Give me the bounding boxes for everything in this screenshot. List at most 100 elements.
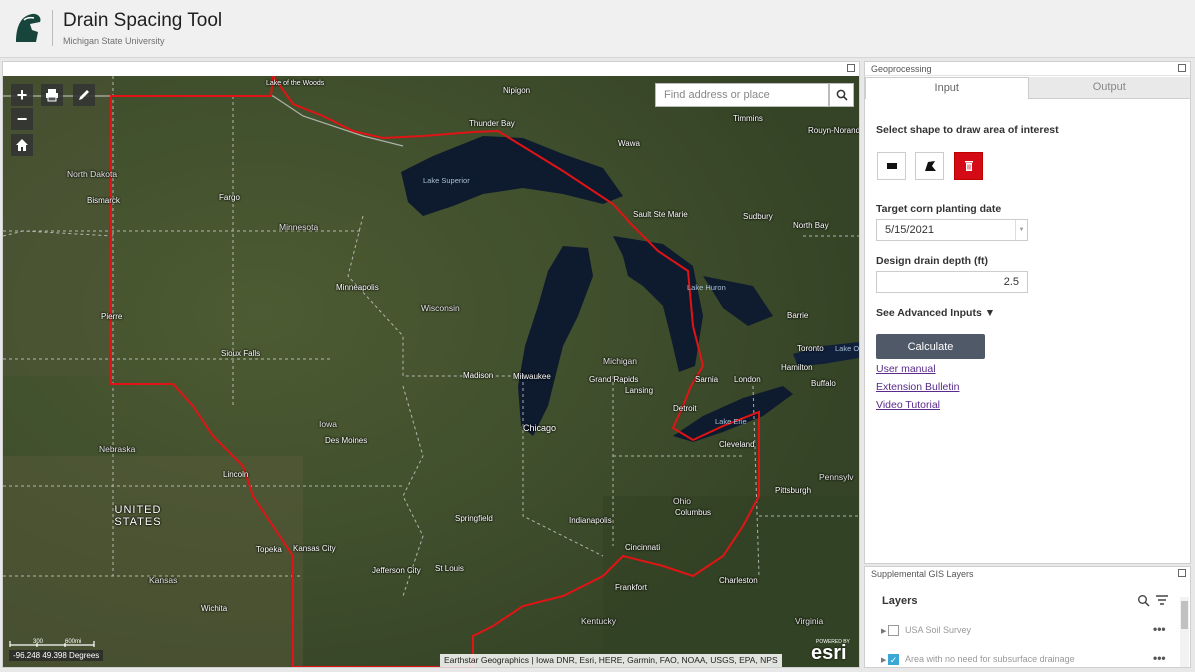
scale-bar bbox=[9, 638, 99, 650]
map-label: Chicago bbox=[523, 423, 557, 433]
print-button[interactable] bbox=[41, 84, 63, 106]
map-view[interactable]: + − Find address or place Lake of the Wo… bbox=[3, 76, 859, 667]
select-shape-label: Select shape to draw area of interest bbox=[876, 124, 1059, 136]
map-label: Detroit bbox=[673, 404, 697, 413]
maximize-icon[interactable] bbox=[1178, 64, 1186, 72]
map-panel-bar bbox=[3, 62, 859, 76]
layers-panel: Supplemental GIS Layers Layers ▶ USA Soi… bbox=[864, 566, 1191, 668]
layers-panel-title: Supplemental GIS Layers bbox=[871, 569, 974, 579]
pencil-icon bbox=[79, 90, 89, 100]
chevron-right-icon[interactable]: ▶ bbox=[881, 656, 886, 664]
advanced-inputs-toggle[interactable]: See Advanced Inputs ▼ bbox=[876, 307, 995, 319]
map-label: Sioux Falls bbox=[221, 349, 261, 358]
draw-polygon-button[interactable] bbox=[915, 152, 944, 180]
map-label: Hamilton bbox=[781, 363, 813, 372]
tab-input[interactable]: Input bbox=[865, 77, 1029, 99]
zoom-in-button[interactable]: + bbox=[11, 84, 33, 106]
layers-heading: Layers bbox=[882, 595, 918, 607]
trash-icon bbox=[964, 161, 973, 171]
print-icon bbox=[46, 89, 58, 102]
map-label: Lake Superior bbox=[423, 176, 470, 185]
map-label: Minnesota bbox=[279, 222, 319, 232]
map-label: Indianapolis bbox=[569, 516, 612, 525]
more-options-icon[interactable]: ••• bbox=[1153, 651, 1166, 665]
planting-date-label: Target corn planting date bbox=[876, 203, 1002, 215]
search-input[interactable]: Find address or place bbox=[655, 83, 829, 107]
video-tutorial-link[interactable]: Video Tutorial bbox=[876, 399, 940, 411]
drain-depth-input[interactable]: 2.5 bbox=[876, 271, 1028, 293]
map-label: Rouyn-Noranda bbox=[808, 126, 859, 135]
map-label: North Bay bbox=[793, 221, 829, 230]
map-label: Wichita bbox=[201, 604, 228, 613]
scale-bar-graphic bbox=[9, 641, 95, 647]
layer-checkbox-checked[interactable]: ✓ bbox=[888, 654, 899, 665]
zoom-out-button[interactable]: − bbox=[11, 108, 33, 130]
planting-date-select[interactable]: 5/15/2021 ▼ bbox=[876, 219, 1028, 241]
polygon-icon bbox=[924, 161, 936, 171]
map-label: Michigan bbox=[603, 356, 638, 366]
delete-shape-button[interactable] bbox=[954, 152, 983, 180]
user-manual-link[interactable]: User manual bbox=[876, 363, 936, 375]
map-label: Nebraska bbox=[99, 444, 136, 454]
map-label: Sudbury bbox=[743, 212, 773, 221]
esri-logo[interactable]: esri bbox=[811, 642, 847, 665]
map-label: Buffalo bbox=[811, 379, 836, 388]
layer-row[interactable]: ▶ ✓ Area with no need for subsurface dra… bbox=[881, 651, 1171, 667]
layer-row[interactable]: ▶ USA Soil Survey ••• bbox=[881, 622, 1171, 641]
scrollbar[interactable] bbox=[1180, 597, 1189, 667]
map-label: Pennsylv bbox=[819, 472, 854, 482]
map-label: Lincoln bbox=[223, 470, 249, 479]
filter-list-icon[interactable] bbox=[1155, 594, 1169, 607]
map-label: Virginia bbox=[795, 616, 824, 626]
map-label: Topeka bbox=[256, 545, 282, 554]
map-label: Columbus bbox=[675, 508, 712, 517]
extension-bulletin-link[interactable]: Extension Bulletin bbox=[876, 381, 959, 393]
app-title: Drain Spacing Tool bbox=[63, 10, 223, 31]
scale-label: 300 bbox=[33, 639, 44, 645]
map-label: Barrie bbox=[787, 311, 809, 320]
map-label: Iowa bbox=[319, 419, 337, 429]
coordinate-readout: -96.248 49.398 Degrees bbox=[9, 650, 104, 661]
chevron-down-icon: ▼ bbox=[1015, 220, 1027, 240]
map-label: Bismarck bbox=[87, 196, 120, 205]
chevron-right-icon[interactable]: ▶ bbox=[881, 627, 886, 635]
map-label: Minneapolis bbox=[336, 283, 379, 292]
maximize-icon[interactable] bbox=[1178, 569, 1186, 577]
map-label: Wisconsin bbox=[421, 303, 460, 313]
app-subtitle: Michigan State University bbox=[63, 36, 165, 46]
home-button[interactable] bbox=[11, 134, 33, 156]
scrollbar-thumb[interactable] bbox=[1181, 601, 1188, 629]
map-label: Cleveland bbox=[719, 440, 755, 449]
map-label: UNITED STATES bbox=[114, 504, 162, 528]
rectangle-icon bbox=[886, 163, 897, 169]
search-icon[interactable] bbox=[1137, 594, 1150, 607]
home-icon bbox=[16, 139, 28, 151]
calculate-button[interactable]: Calculate bbox=[876, 334, 985, 359]
layer-checkbox[interactable] bbox=[888, 625, 899, 636]
map-label: St Louis bbox=[435, 564, 464, 573]
map-label: Wawa bbox=[618, 139, 640, 148]
more-options-icon[interactable]: ••• bbox=[1153, 622, 1166, 636]
search-button[interactable] bbox=[829, 83, 854, 107]
planting-date-value: 5/15/2021 bbox=[885, 224, 934, 236]
map-label: Kansas bbox=[149, 575, 178, 585]
tab-bar: Input Output bbox=[865, 77, 1190, 99]
map-label: Lake of the Woods bbox=[266, 80, 325, 87]
map-label: Frankfort bbox=[615, 583, 648, 592]
draw-button[interactable] bbox=[73, 84, 95, 106]
map-label: Lake Huron bbox=[687, 283, 726, 292]
panel-title: Supplemental GIS Layers bbox=[865, 567, 1190, 581]
map-label: North Dakota bbox=[67, 169, 118, 179]
panel-title: Geoprocessing bbox=[865, 62, 1190, 76]
geoprocessing-panel: Geoprocessing Input Output Select shape … bbox=[864, 61, 1191, 564]
map-label: Sault Ste Marie bbox=[633, 210, 688, 219]
search-icon bbox=[836, 89, 848, 101]
map-label: Lake Ontario bbox=[835, 344, 859, 353]
map-label: Lansing bbox=[625, 386, 654, 395]
app-header: Drain Spacing Tool Michigan State Univer… bbox=[0, 0, 1195, 58]
map-label: Grand Rapids bbox=[589, 375, 639, 384]
spartan-helmet-icon bbox=[16, 13, 41, 42]
draw-rectangle-button[interactable] bbox=[877, 152, 906, 180]
maximize-icon[interactable] bbox=[847, 64, 855, 72]
tab-output[interactable]: Output bbox=[1028, 77, 1190, 99]
